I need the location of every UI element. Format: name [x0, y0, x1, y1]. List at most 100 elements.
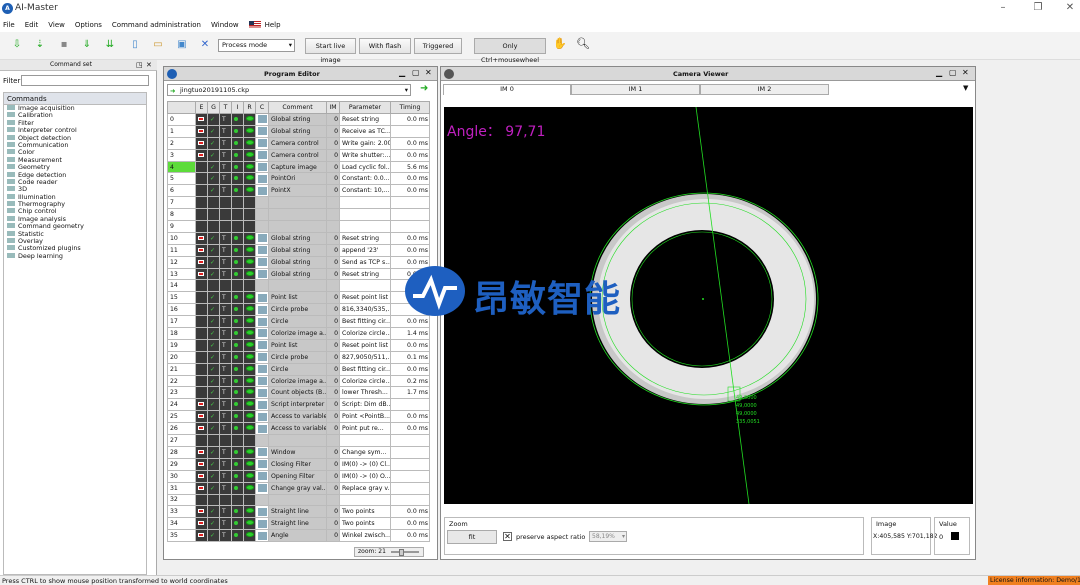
- enable-cell[interactable]: [195, 172, 208, 186]
- image-cell[interactable]: [231, 113, 244, 126]
- image-cell[interactable]: [231, 457, 244, 471]
- row-number[interactable]: 28: [167, 445, 196, 459]
- fit-button[interactable]: fit: [447, 530, 497, 544]
- trigger-cell[interactable]: T: [219, 505, 232, 519]
- row-number[interactable]: 21: [167, 362, 196, 376]
- result-cell[interactable]: [243, 136, 256, 150]
- trigger-cell[interactable]: T: [219, 303, 232, 317]
- im-cell[interactable]: 0: [326, 505, 340, 519]
- go-cell[interactable]: ✓: [207, 445, 220, 459]
- go-cell[interactable]: ✓: [207, 113, 220, 126]
- im-cell[interactable]: 0: [326, 338, 340, 352]
- image-cell[interactable]: [231, 315, 244, 329]
- table-row[interactable]: 35 ✓ T Angle 0 Winkel zwisch... 0.0 ms: [167, 529, 430, 543]
- menu-view[interactable]: View: [48, 21, 65, 29]
- trigger-cell[interactable]: T: [219, 481, 232, 495]
- comment-cell[interactable]: Capture image: [268, 160, 327, 174]
- table-row[interactable]: 28 ✓ T Window 0 Change sym...: [167, 445, 430, 459]
- table-row[interactable]: 3 ✓ T Camera control 0 Write shutter:... 0.0 m…: [167, 148, 430, 162]
- column-header[interactable]: E: [195, 101, 208, 114]
- im-cell[interactable]: 0: [326, 481, 340, 495]
- row-number[interactable]: 25: [167, 410, 196, 424]
- enable-cell[interactable]: [195, 481, 208, 495]
- step-into-icon[interactable]: ⇓: [81, 39, 93, 51]
- row-number[interactable]: 18: [167, 327, 196, 340]
- enable-cell[interactable]: [195, 350, 208, 364]
- comment-cell[interactable]: Global string: [268, 124, 327, 138]
- us-flag-icon[interactable]: [248, 21, 261, 28]
- go-cell[interactable]: ✓: [207, 148, 220, 162]
- enable-cell[interactable]: [195, 422, 208, 436]
- ctrl-mousewheel-toggle[interactable]: Only Ctrl+mousewheel: [474, 38, 546, 64]
- table-row[interactable]: 5 ✓ T PointOri 0 Constant: 0.0... 0.0 ms: [167, 172, 430, 186]
- trigger-cell[interactable]: T: [219, 457, 232, 471]
- trigger-cell[interactable]: T: [219, 124, 232, 138]
- column-header[interactable]: G: [207, 101, 220, 114]
- comment-cell[interactable]: Access to variable: [268, 422, 327, 436]
- im-cell[interactable]: 0: [326, 445, 340, 459]
- table-row[interactable]: 6 ✓ T PointX 0 Constant: 10,... 0.0 ms: [167, 184, 430, 198]
- row-number[interactable]: 24: [167, 398, 196, 412]
- row-number[interactable]: 15: [167, 291, 196, 305]
- im-cell[interactable]: 0: [326, 303, 340, 317]
- save-icon[interactable]: ▣: [176, 39, 188, 51]
- open-folder-icon[interactable]: ▭: [152, 39, 164, 51]
- table-row[interactable]: 26 ✓ T Access to variable 0 Point put re... 0.…: [167, 422, 430, 436]
- row-number[interactable]: 34: [167, 517, 196, 531]
- im-cell[interactable]: 0: [326, 243, 340, 257]
- result-cell[interactable]: [243, 374, 256, 388]
- parameter-cell[interactable]: IM(0) -> (0) Cl...: [339, 457, 391, 471]
- enable-cell[interactable]: [195, 445, 208, 459]
- parameter-cell[interactable]: Load cyclic fol...: [339, 160, 391, 174]
- menu-command-administration[interactable]: Command administration: [112, 21, 201, 29]
- result-cell[interactable]: [243, 362, 256, 376]
- im-cell[interactable]: 0: [326, 231, 340, 245]
- comment-cell[interactable]: Count objects (B...: [268, 386, 327, 400]
- result-cell[interactable]: [243, 445, 256, 459]
- table-row[interactable]: 17 ✓ T Circle 0 Best fitting cir... 0.0 ms: [167, 315, 430, 329]
- result-cell[interactable]: [243, 410, 256, 424]
- row-number[interactable]: 3: [167, 148, 196, 162]
- comment-cell[interactable]: Circle: [268, 362, 327, 376]
- trigger-cell[interactable]: T: [219, 327, 232, 340]
- enable-cell[interactable]: [195, 231, 208, 245]
- enable-cell[interactable]: [195, 410, 208, 424]
- trigger-cell[interactable]: T: [219, 231, 232, 245]
- parameter-cell[interactable]: Change sym...: [339, 445, 391, 459]
- enable-cell[interactable]: [195, 517, 208, 531]
- row-number[interactable]: 14: [167, 279, 196, 293]
- comment-cell[interactable]: Global string: [268, 113, 327, 126]
- trigger-cell[interactable]: T: [219, 160, 232, 174]
- image-cell[interactable]: [231, 124, 244, 138]
- comment-cell[interactable]: Opening Filter: [268, 469, 327, 483]
- row-number[interactable]: 31: [167, 481, 196, 495]
- menu-edit[interactable]: Edit: [25, 21, 39, 29]
- parameter-cell[interactable]: Best fitting cir...: [339, 362, 391, 376]
- trigger-cell[interactable]: T: [219, 267, 232, 281]
- comment-cell[interactable]: Global string: [268, 231, 327, 245]
- minimize-icon[interactable]: ▁: [936, 68, 942, 77]
- zoom-slider[interactable]: zoom: 21: [354, 547, 424, 557]
- im-cell[interactable]: 0: [326, 136, 340, 150]
- go-cell[interactable]: ✓: [207, 267, 220, 281]
- float-icon[interactable]: ◳: [136, 61, 143, 69]
- tab-im1[interactable]: IM 1: [571, 84, 700, 95]
- table-row[interactable]: 23 ✓ T Count objects (B... 0 lower Thresh... 1…: [167, 386, 430, 400]
- table-row[interactable]: 32: [167, 493, 430, 507]
- image-cell[interactable]: [231, 291, 244, 305]
- im-cell[interactable]: 0: [326, 469, 340, 483]
- image-cell[interactable]: [231, 505, 244, 519]
- parameter-cell[interactable]: Colorize circle...: [339, 374, 391, 388]
- im-cell[interactable]: 0: [326, 350, 340, 364]
- table-row[interactable]: 11 ✓ T Global string 0 append '23' 0.0 ms: [167, 243, 430, 257]
- go-cell[interactable]: ✓: [207, 303, 220, 317]
- table-row[interactable]: 31 ✓ T Change gray val... 0 Replace gray v...: [167, 481, 430, 495]
- enable-cell[interactable]: [195, 529, 208, 543]
- im-cell[interactable]: 0: [326, 267, 340, 281]
- enable-cell[interactable]: [195, 184, 208, 198]
- image-cell[interactable]: [231, 445, 244, 459]
- table-row[interactable]: 21 ✓ T Circle 0 Best fitting cir... 0.0 ms: [167, 362, 430, 376]
- parameter-cell[interactable]: Reset point list: [339, 338, 391, 352]
- trigger-cell[interactable]: T: [219, 243, 232, 257]
- enable-cell[interactable]: [195, 160, 208, 174]
